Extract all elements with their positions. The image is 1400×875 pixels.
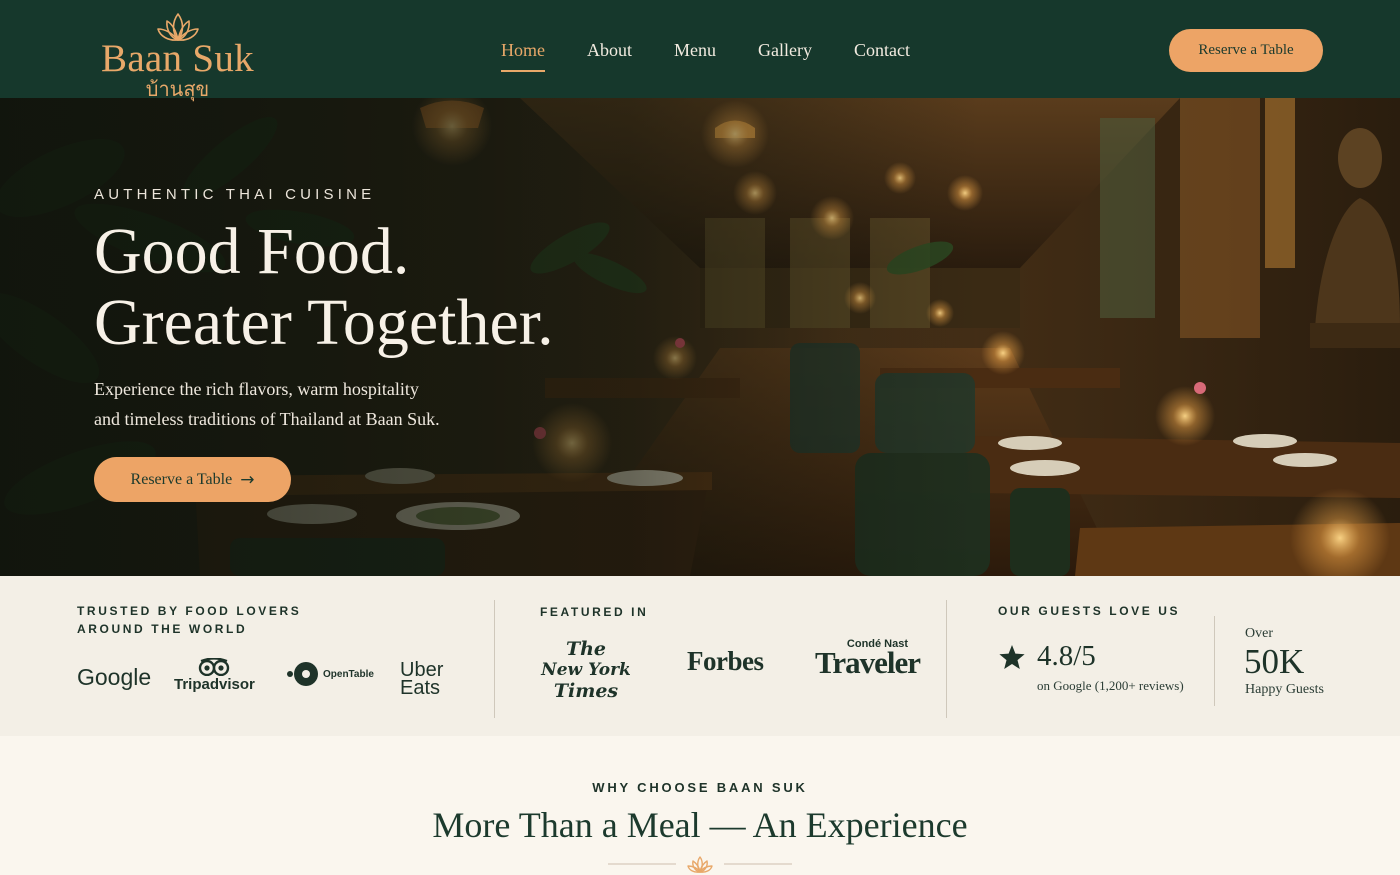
opentable-dot-icon [287, 662, 318, 686]
trusted-by-column: TRUSTED BY FOOD LOVERS AROUND THE WORLD … [77, 576, 477, 736]
why-eyebrow: WHY CHOOSE BAAN SUK [592, 780, 808, 795]
uber-eats-logo: Uber Eats [400, 660, 443, 699]
arrow-right-icon: → [240, 469, 255, 490]
nyt-line-1: The [565, 638, 607, 660]
tripadvisor-word: Tripadvisor [174, 676, 255, 693]
traveler-word: Traveler [815, 645, 921, 680]
opentable-logo: OpenTable [287, 661, 374, 687]
site-header: Baan Suk บ้านสุข Home About Menu Gallery… [0, 0, 1400, 100]
lotus-divider-icon [608, 856, 792, 873]
conde-nast-traveler-logo: Condé Nast Traveler [815, 638, 921, 680]
main-nav: Home About Menu Gallery Contact [480, 40, 931, 72]
nyt-line-3: Times [553, 680, 619, 702]
hero-subtitle-line-1: Experience the rich flavors, warm hospit… [94, 379, 419, 399]
hero-title-line-1: Good Food. [94, 215, 410, 288]
nav-gallery[interactable]: Gallery [748, 40, 822, 67]
trusted-label-line-1: TRUSTED BY FOOD LOVERS [77, 604, 302, 618]
nyt-logo: The New York Times [540, 639, 632, 702]
why-title: More Than a Meal — An Experience [432, 805, 968, 845]
hero-reserve-button[interactable]: Reserve a Table → [94, 457, 291, 502]
nav-about[interactable]: About [577, 40, 642, 67]
eats-word: Eats [400, 677, 441, 699]
header-reserve-button[interactable]: Reserve a Table [1169, 29, 1323, 72]
nav-menu[interactable]: Menu [664, 40, 726, 67]
logo-name: Baan Suk [101, 37, 254, 80]
forbes-logo: Forbes [687, 646, 764, 676]
guests-over-label: Over [1245, 626, 1273, 641]
trust-strip: TRUSTED BY FOOD LOVERS AROUND THE WORLD … [0, 576, 1400, 736]
nyt-line-2: New York [541, 660, 631, 680]
divider [1214, 616, 1215, 706]
divider [494, 600, 495, 718]
divider [946, 600, 947, 718]
nav-contact[interactable]: Contact [844, 40, 920, 67]
owl-eyes-icon [198, 658, 230, 676]
hero-subtitle-line-2: and timeless traditions of Thailand at B… [94, 409, 440, 429]
guests-count-label: Happy Guests [1245, 682, 1324, 697]
hero-title: Good Food. Greater Together. [94, 216, 734, 358]
rating-subtitle: on Google (1,200+ reviews) [1037, 678, 1184, 693]
trusted-label: TRUSTED BY FOOD LOVERS AROUND THE WORLD [77, 602, 301, 638]
hero-title-line-2: Greater Together. [94, 286, 554, 359]
rating-value: 4.8/5 [1037, 640, 1096, 672]
opentable-word: OpenTable [323, 668, 374, 680]
hero-reserve-label: Reserve a Table [130, 470, 233, 488]
featured-in-column: FEATURED IN The New York Times Forbes Co… [540, 576, 921, 736]
guests-column: OUR GUESTS LOVE US 4.8/5 on Google (1,20… [998, 576, 1358, 736]
nav-home[interactable]: Home [491, 40, 555, 72]
why-section: WHY CHOOSE BAAN SUK More Than a Meal — A… [0, 736, 1400, 875]
featured-label: FEATURED IN [540, 605, 649, 619]
hero-subtitle: Experience the rich flavors, warm hospit… [94, 374, 514, 434]
trusted-label-line-2: AROUND THE WORLD [77, 622, 248, 636]
logo-thai-name: บ้านสุข [145, 77, 210, 101]
guests-count: 50K [1244, 642, 1305, 681]
tripadvisor-logo: Tripadvisor [174, 658, 255, 693]
hero-section: AUTHENTIC THAI CUISINE Good Food. Greate… [0, 98, 1400, 576]
hero-eyebrow: AUTHENTIC THAI CUISINE [94, 186, 376, 203]
logo[interactable]: Baan Suk บ้านสุข [90, 10, 265, 100]
star-icon [999, 645, 1025, 669]
guests-label: OUR GUESTS LOVE US [998, 604, 1181, 618]
google-logo: Google [77, 664, 152, 690]
